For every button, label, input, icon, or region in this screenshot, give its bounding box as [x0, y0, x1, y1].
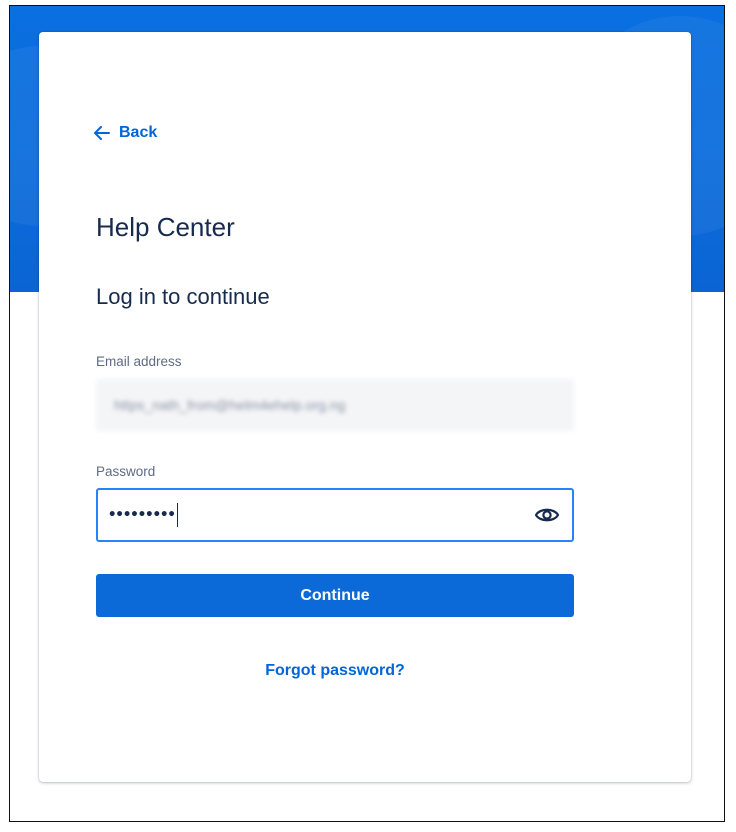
eye-icon[interactable]: [534, 503, 560, 527]
arrow-left-icon: [94, 126, 110, 140]
password-value: •••••••••: [108, 507, 176, 523]
page-frame: Back Help Center Log in to continue Emai…: [9, 5, 725, 822]
continue-button[interactable]: Continue: [96, 574, 574, 617]
back-link[interactable]: Back: [94, 124, 157, 142]
email-field[interactable]: https_nath_from@helm4ehelp.org.ng: [96, 379, 574, 431]
email-label: Email address: [96, 354, 182, 369]
site-title: Help Center: [96, 212, 235, 242]
email-value: https_nath_from@helm4ehelp.org.ng: [114, 397, 346, 413]
text-caret: [176, 503, 179, 527]
back-label: Back: [119, 124, 158, 141]
password-field[interactable]: •••••••••: [96, 488, 574, 542]
password-label: Password: [96, 464, 156, 479]
form-heading: Log in to continue: [96, 284, 270, 309]
forgot-password-link[interactable]: Forgot password?: [96, 662, 574, 680]
